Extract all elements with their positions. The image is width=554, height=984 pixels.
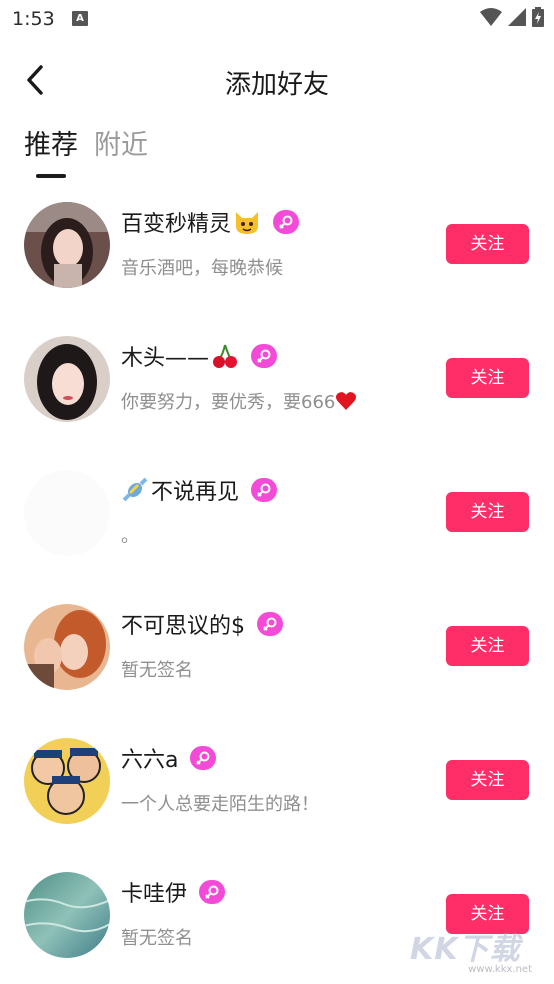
- follow-button[interactable]: 关注: [446, 626, 529, 666]
- status-time: 1:53: [12, 8, 55, 30]
- list-item[interactable]: 不说再见 。 关注: [0, 458, 554, 592]
- avatar[interactable]: [24, 336, 110, 422]
- female-icon: [190, 746, 217, 770]
- user-name: 百变秒精灵: [121, 206, 300, 238]
- tab-label: 附近: [94, 130, 148, 161]
- list-item[interactable]: 不可思议的$ 暂无签名 关注: [0, 592, 554, 726]
- user-signature: 。: [121, 526, 139, 547]
- follow-button[interactable]: 关注: [446, 492, 529, 532]
- nav-bar: 添加好友: [0, 50, 554, 110]
- cherries-icon: [213, 344, 238, 368]
- status-bar: 1:53 A: [0, 0, 554, 38]
- tab-nearby[interactable]: 附近: [94, 126, 148, 176]
- user-signature: 一个人总要走陌生的路！: [121, 794, 319, 815]
- avatar[interactable]: [24, 470, 110, 556]
- signal-icon: [508, 8, 526, 26]
- watermark-text: KK下载: [410, 932, 521, 967]
- avatar[interactable]: [24, 738, 110, 824]
- follow-button[interactable]: 关注: [446, 224, 529, 264]
- female-icon: [273, 210, 300, 234]
- female-icon: [257, 612, 283, 636]
- candy-icon: [122, 477, 148, 502]
- list-item[interactable]: 木头—— 你要努力，要优秀，要666 关注: [0, 324, 554, 458]
- female-icon: [251, 344, 278, 368]
- tab-bar: 推荐 附近: [24, 126, 148, 180]
- user-list: 百变秒精灵 音乐酒吧，每晚恭候 关注 木头—— 你要努力，要优秀，要666 关注: [0, 190, 554, 984]
- battery-icon: [532, 7, 544, 27]
- follow-button[interactable]: 关注: [446, 760, 529, 800]
- user-name: 六六a: [121, 742, 217, 774]
- list-item[interactable]: 百变秒精灵 音乐酒吧，每晚恭候 关注: [0, 190, 554, 324]
- user-name: 不可思议的$: [121, 608, 283, 640]
- female-icon: [251, 478, 278, 502]
- avatar[interactable]: [24, 604, 110, 690]
- a-icon: A: [72, 11, 88, 26]
- user-signature: 暂无签名: [121, 928, 193, 949]
- user-name: 木头——: [121, 340, 278, 372]
- user-name: 不说再见: [121, 474, 278, 506]
- user-signature: 你要努力，要优秀，要666: [121, 388, 357, 414]
- cat-face-icon: [236, 212, 259, 234]
- red-heart-icon: [336, 392, 357, 410]
- tab-label: 推荐: [24, 130, 78, 161]
- female-icon: [199, 880, 226, 904]
- user-name: 卡哇伊: [121, 876, 226, 908]
- watermark: KK下载 www.kkx.net: [410, 924, 532, 975]
- tab-recommend[interactable]: 推荐: [24, 126, 78, 178]
- follow-button[interactable]: 关注: [446, 358, 529, 398]
- user-signature: 音乐酒吧，每晚恭候: [121, 258, 283, 279]
- avatar[interactable]: [24, 872, 110, 958]
- tab-indicator: [36, 174, 66, 178]
- user-signature: 暂无签名: [121, 660, 193, 681]
- list-item[interactable]: 六六a 一个人总要走陌生的路！ 关注: [0, 726, 554, 860]
- avatar[interactable]: [24, 202, 110, 288]
- page-title: 添加好友: [224, 70, 329, 100]
- wifi-icon: [480, 8, 502, 26]
- status-icons: [480, 7, 544, 27]
